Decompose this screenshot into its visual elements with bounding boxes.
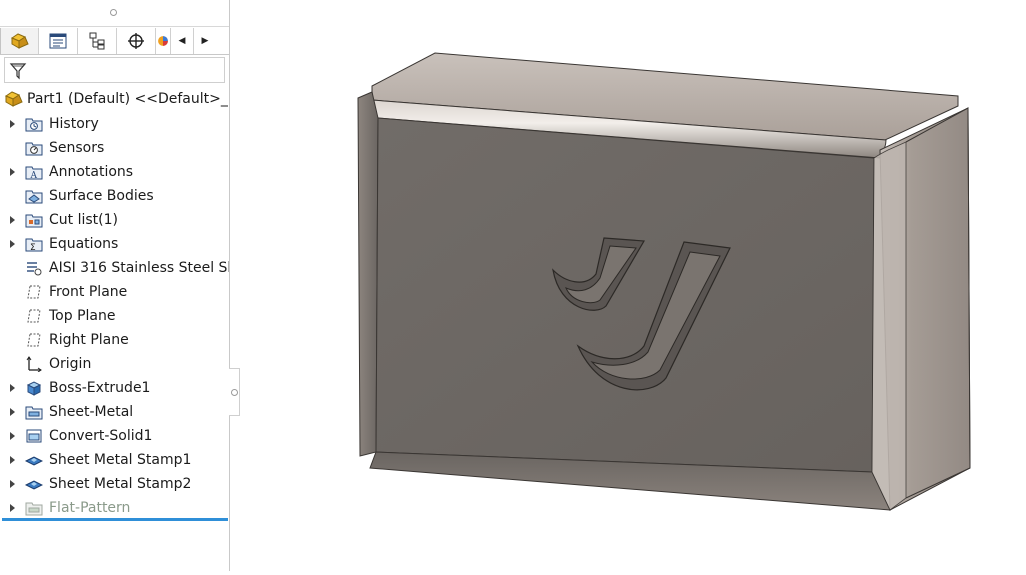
annotations-icon: A — [24, 163, 44, 181]
feature-tree: History Sensors A Annotations Surface Bodies… — [0, 112, 229, 520]
surface-bodies-icon — [24, 187, 44, 205]
extrude-icon — [24, 379, 44, 397]
convert-solid-icon — [24, 427, 44, 445]
part-model — [357, 52, 971, 511]
expand-arrow-icon[interactable] — [0, 504, 24, 512]
tab-feature-manager[interactable] — [0, 28, 39, 54]
history-icon — [24, 115, 44, 133]
tree-item-label: Flat-Pattern — [49, 500, 131, 516]
tree-item-label: Boss-Extrude1 — [49, 380, 151, 396]
tree-item-label: Annotations — [49, 164, 134, 180]
tree-item-history[interactable]: History — [0, 112, 229, 136]
feature-manager-panel: ◀ ▶ Part1 (Default) <<Default>_Di Histor… — [0, 0, 230, 571]
tree-item-convert-solid1[interactable]: Convert-Solid1 — [0, 424, 229, 448]
plane-icon — [24, 307, 44, 325]
tree-item-label: Cut list(1) — [49, 212, 118, 228]
tab-dimxpert-manager[interactable] — [117, 28, 156, 54]
sensors-icon — [24, 139, 44, 157]
filter-icon — [9, 63, 27, 80]
part-root-label: Part1 (Default) <<Default>_Di — [27, 91, 229, 107]
expand-arrow-icon[interactable] — [0, 480, 24, 488]
tree-item-sheet-metal[interactable]: Sheet-Metal — [0, 400, 229, 424]
tab-configuration-manager[interactable] — [78, 28, 117, 54]
front-face — [375, 117, 875, 473]
panel-grip-handle[interactable] — [110, 9, 117, 16]
svg-text:Σ: Σ — [30, 243, 36, 252]
tree-item-top-plane[interactable]: Top Plane — [0, 304, 229, 328]
tree-item-annotations[interactable]: A Annotations — [0, 160, 229, 184]
stamp-icon — [24, 475, 44, 493]
panel-header — [0, 0, 229, 27]
plane-icon — [24, 283, 44, 301]
expand-arrow-icon[interactable] — [0, 432, 24, 440]
expand-arrow-icon[interactable] — [0, 216, 24, 224]
tab-display-manager[interactable] — [156, 28, 170, 54]
tab-scroll-left-button[interactable]: ◀ — [170, 28, 193, 54]
tree-item-label: Equations — [49, 236, 119, 252]
caret-right-icon: ▶ — [201, 36, 209, 46]
tree-item-aisi-316-stainless-steel-she[interactable]: AISI 316 Stainless Steel She — [0, 256, 229, 280]
configuration-manager-icon — [89, 32, 105, 50]
graphics-viewport[interactable] — [230, 0, 1026, 571]
tree-item-cut-list-1[interactable]: Cut list(1) — [0, 208, 229, 232]
rollback-bar[interactable] — [2, 518, 228, 521]
tree-item-label: Top Plane — [49, 308, 116, 324]
tree-item-front-plane[interactable]: Front Plane — [0, 280, 229, 304]
display-manager-icon — [158, 36, 168, 46]
tree-item-sheet-metal-stamp1[interactable]: Sheet Metal Stamp1 — [0, 448, 229, 472]
tree-item-label: Right Plane — [49, 332, 129, 348]
property-manager-icon — [49, 33, 67, 49]
tab-scroll-right-button[interactable]: ▶ — [193, 28, 216, 54]
expand-arrow-icon[interactable] — [0, 240, 24, 248]
svg-text:A: A — [30, 171, 38, 180]
tree-item-sheet-metal-stamp2[interactable]: Sheet Metal Stamp2 — [0, 472, 229, 496]
tree-item-label: Sheet Metal Stamp2 — [49, 476, 192, 492]
left-flange — [357, 91, 379, 457]
sheet-metal-icon — [24, 403, 44, 421]
equations-icon: Σ — [24, 235, 44, 253]
material-icon — [24, 259, 44, 277]
caret-left-icon: ◀ — [178, 36, 186, 46]
stamp-icon — [24, 451, 44, 469]
origin-icon — [24, 355, 44, 373]
right-bend — [871, 141, 907, 511]
tree-item-label: AISI 316 Stainless Steel She — [49, 260, 229, 276]
plane-icon — [24, 331, 44, 349]
feature-manager-icon — [10, 33, 29, 49]
expand-arrow-icon[interactable] — [0, 456, 24, 464]
tree-item-surface-bodies[interactable]: Surface Bodies — [0, 184, 229, 208]
tree-item-label: Sheet-Metal — [49, 404, 134, 420]
tree-item-label: Convert-Solid1 — [49, 428, 153, 444]
part-root-node[interactable]: Part1 (Default) <<Default>_Di — [4, 88, 229, 110]
expand-arrow-icon[interactable] — [0, 408, 24, 416]
flat-pattern-icon — [24, 499, 44, 517]
tree-item-label: Origin — [49, 356, 92, 372]
tree-item-origin[interactable]: Origin — [0, 352, 229, 376]
expand-arrow-icon[interactable] — [0, 168, 24, 176]
tree-item-flat-pattern[interactable]: Flat-Pattern — [0, 496, 229, 520]
tree-item-sensors[interactable]: Sensors — [0, 136, 229, 160]
tree-item-label: Sheet Metal Stamp1 — [49, 452, 192, 468]
tree-item-equations[interactable]: Σ Equations — [0, 232, 229, 256]
tree-item-right-plane[interactable]: Right Plane — [0, 328, 229, 352]
tab-property-manager[interactable] — [39, 28, 78, 54]
tree-item-label: History — [49, 116, 99, 132]
feature-tree-filter[interactable] — [4, 57, 225, 83]
expand-arrow-icon[interactable] — [0, 384, 24, 392]
tree-item-boss-extrude1[interactable]: Boss-Extrude1 — [0, 376, 229, 400]
crosshair-icon — [128, 33, 144, 49]
expand-arrow-icon[interactable] — [0, 120, 24, 128]
part-icon — [4, 91, 23, 107]
tree-item-label: Front Plane — [49, 284, 128, 300]
cut-list-icon — [24, 211, 44, 229]
tree-item-label: Surface Bodies — [49, 188, 154, 204]
tree-item-label: Sensors — [49, 140, 105, 156]
manager-tabs: ◀ ▶ — [0, 28, 229, 55]
